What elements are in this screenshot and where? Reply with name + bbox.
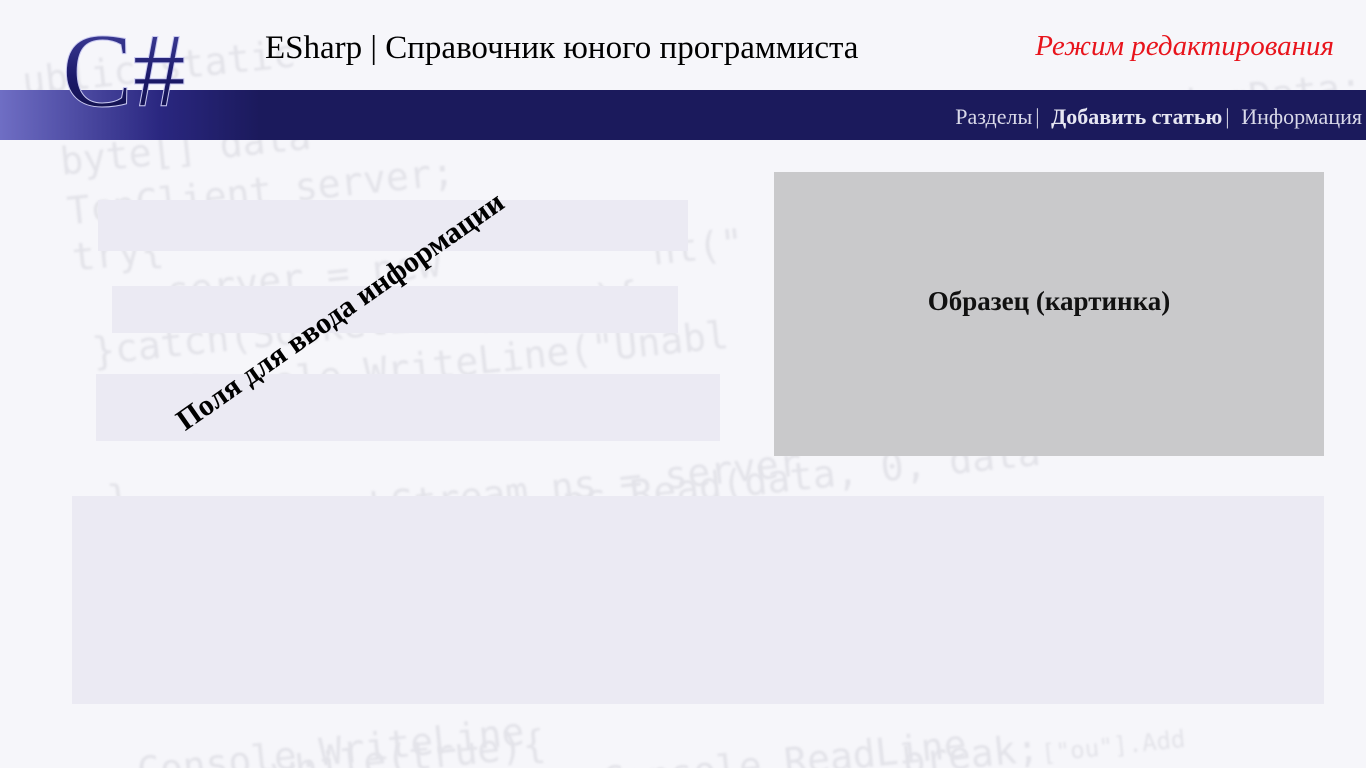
- logo-text: C#: [62, 14, 186, 124]
- code-line: Console.WriteLine: [135, 709, 527, 768]
- site-title: ESharp | Справочник юного программиста: [265, 30, 859, 66]
- nav-sections-link[interactable]: Разделы: [955, 104, 1032, 129]
- sample-image-label: Образец (картинка): [927, 286, 1171, 316]
- code-line: break;: [900, 725, 1042, 768]
- code-line: ["ou"].Add: [1040, 724, 1187, 768]
- code-line: Console.ReadLine: [600, 721, 969, 768]
- article-body-textarea[interactable]: [72, 496, 1324, 704]
- code-line: while(true){: [270, 721, 548, 768]
- sample-image-placeholder[interactable]: Образец (картинка): [774, 172, 1324, 456]
- csharp-logo[interactable]: C#: [60, 14, 210, 124]
- article-input-1[interactable]: [98, 200, 688, 251]
- nav-separator: |: [1225, 104, 1230, 129]
- edit-mode-label: Режим редактирования: [1035, 30, 1334, 62]
- nav-separator: |: [1035, 104, 1040, 129]
- main-nav: Разделы | Добавить статью | Информация: [955, 104, 1362, 130]
- page: ublic static byte[] data TcpClient serve…: [0, 0, 1366, 768]
- nav-add-article-link[interactable]: Добавить статью: [1051, 104, 1222, 129]
- nav-info-link[interactable]: Информация: [1241, 104, 1362, 129]
